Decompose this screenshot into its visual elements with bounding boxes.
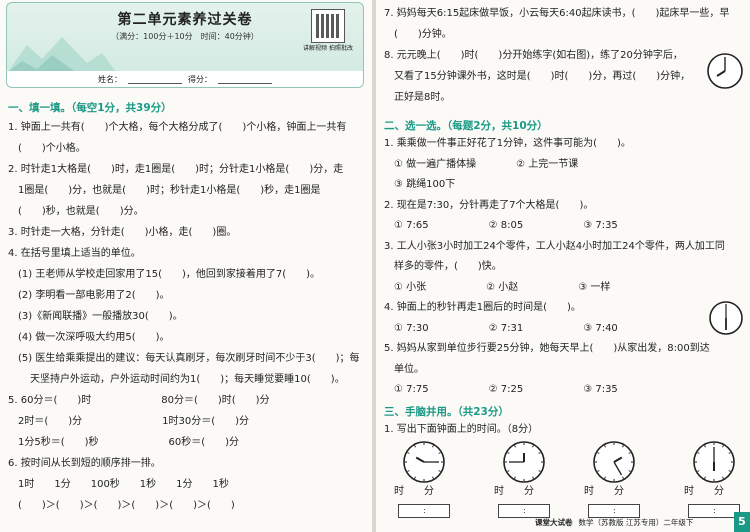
question-line: 4. 钟面上的秒针再走1圈后的时间是( )。 [384, 302, 581, 313]
clock-answer-label: 时 分 [684, 486, 724, 498]
exam-header: 第二单元素养过关卷 （满分：100分＋10分 时间：40分钟） 讲解视频 拍照批… [6, 2, 364, 88]
question-line: ( )个小格。 [18, 143, 86, 154]
footer-subject: 数学（苏教版 江苏专用）二年级下 [578, 517, 694, 527]
book-spine [372, 0, 376, 532]
score-label: 得分： [188, 74, 212, 84]
question-line: 7. 妈妈每天6:15起床做早饭，小云每天6:40起床读书，( )起床早一些，早 [384, 8, 730, 19]
hour-label: 时 [394, 486, 404, 497]
question-line: ( )分钟。 [394, 29, 452, 40]
exam-subtitle: （满分：100分＋10分 时间：40分钟） [111, 32, 259, 41]
question-line: 4. 在括号里填上适当的单位。 [8, 248, 141, 259]
question-line: ① 7:65 ② 8:05 ③ 7:35 [394, 220, 618, 231]
question-line: 天坚持户外运动，户外运动时间约为1( )；每天睡觉要睡10( )。 [30, 374, 345, 385]
question-line: 3. 时针走一大格，分针走( )小格，走( )圈。 [8, 227, 237, 238]
question-line: 又看了15分钟课外书，这时是( )时( )分，再过( )分钟， [394, 71, 691, 82]
question-line: ③ 跳绳100下 [394, 179, 456, 190]
name-score-row: 姓名： 得分： [7, 71, 363, 87]
clock-face-icon [593, 441, 635, 483]
question-line: ① 做一遍广播体操 ② 上完一节课 [394, 158, 579, 170]
question-line: ( )秒，也就是( )分。 [18, 206, 144, 217]
page-number: 5 [734, 512, 750, 532]
clock-answer-box[interactable]: : [398, 504, 450, 518]
question-3-1: 1. 写出下面钟面上的时间。（8分） [384, 424, 539, 435]
section-fill-in-title: 一、填一填。（每空1分，共39分） [8, 102, 172, 114]
question-line: 8. 元元晚上( )时( )分开始练字(如右图)，练了20分钟字后， [384, 50, 683, 61]
section-choice-title: 二、选一选。（每题2分，共10分） [384, 120, 548, 132]
question-line: 2时＝( )分 1时30分＝( )分 [18, 416, 250, 427]
hour-label: 时 [584, 486, 594, 497]
clock-face-icon [503, 441, 545, 483]
question-line: ① 7:30 ② 7:31 ③ 7:40 [394, 322, 618, 334]
question-line: 2. 时针走1大格是( )时，走1圈是( )时；分针走1小格是( )分，走 [8, 164, 344, 175]
footer: 课堂大试卷 数学（苏教版 江苏专用）二年级下 [535, 512, 740, 532]
colon-separator: : [423, 506, 426, 515]
question-line: 3. 工人小张3小时加工24个零件，工人小赵4小时加工24个零件，两人加工同 [384, 240, 725, 252]
minute-label: 分 [424, 486, 434, 497]
clock-icon-q8 [707, 53, 743, 89]
exam-title: 第二单元素养过关卷 [117, 12, 253, 28]
minute-label: 分 [714, 486, 724, 497]
clock-answer-label: 时 分 [394, 486, 434, 498]
question-line: 1时 1分 100秒 1秒 1分 1秒 [18, 479, 229, 490]
minute-label: 分 [524, 486, 534, 497]
minute-label: 分 [614, 486, 624, 497]
question-line: (2) 李明看一部电影用了2( )。 [18, 290, 170, 301]
clock-answer-label: 时 分 [584, 486, 624, 498]
name-field[interactable] [128, 75, 182, 84]
name-label: 姓名： [98, 74, 122, 84]
question-line: 6. 按时间从长到短的顺序排一排。 [8, 458, 161, 469]
qr-code[interactable] [311, 9, 345, 43]
question-line: 2. 现在是7:30，分针再走了7个大格是( )。 [384, 199, 594, 211]
question-line: 5. 妈妈从家到单位步行要25分钟，她每天早上( )从家出发，8:00到达 [384, 343, 710, 354]
clock-face-icon [403, 441, 445, 483]
question-line: ① 小张 ② 小赵 ③ 一样 [394, 281, 611, 293]
question-line: 正好是8时。 [394, 92, 451, 103]
qr-label: 讲解视频 拍照批改 [303, 45, 353, 52]
clock-face-icon [693, 441, 735, 483]
question-line: ( )＞( )＞( )＞( )＞( )＞( ) [18, 500, 235, 511]
clock-answer-label: 时 分 [494, 486, 534, 498]
question-line: (1) 王老师从学校走回家用了15( )，他回到家接着用了7( )。 [18, 269, 321, 280]
colon-separator: : [523, 506, 526, 515]
question-line: 1. 乘乘做一件事正好花了1分钟，这件事可能为( )。 [384, 138, 631, 149]
section-handson-title: 三、手脑并用。（共23分） [384, 406, 509, 418]
question-line: (3)《新闻联播》一般播放30( )。 [18, 311, 183, 322]
question-line: 1分5秒＝( )秒 60秒＝( )分 [18, 437, 240, 448]
question-line: 单位。 [394, 363, 424, 375]
question-line: 5. 60分＝( )时 80分＝( )时( )分 [8, 395, 270, 406]
question-line: 1圈是( )分，也就是( )时；秒针走1小格是( )秒，走1圈是 [18, 185, 321, 196]
score-field[interactable] [218, 75, 272, 84]
question-line: (4) 做一次深呼吸大约用5( )。 [18, 332, 170, 343]
footer-brand: 课堂大试卷 [535, 517, 573, 527]
clock-icon-choice4 [709, 301, 743, 335]
question-line: 1. 钟面上一共有( )个大格，每个大格分成了( )个小格，钟面上一共有 [8, 122, 347, 133]
hour-label: 时 [494, 486, 504, 497]
question-line: ① 7:75 ② 7:25 ③ 7:35 [394, 384, 618, 395]
question-line: 样多的零件，( )快。 [394, 261, 502, 272]
question-line: (5) 医生给乘乘提出的建议：每天认真刷牙，每次刷牙时间不少于3( )；每 [18, 353, 360, 364]
hour-label: 时 [684, 486, 694, 497]
